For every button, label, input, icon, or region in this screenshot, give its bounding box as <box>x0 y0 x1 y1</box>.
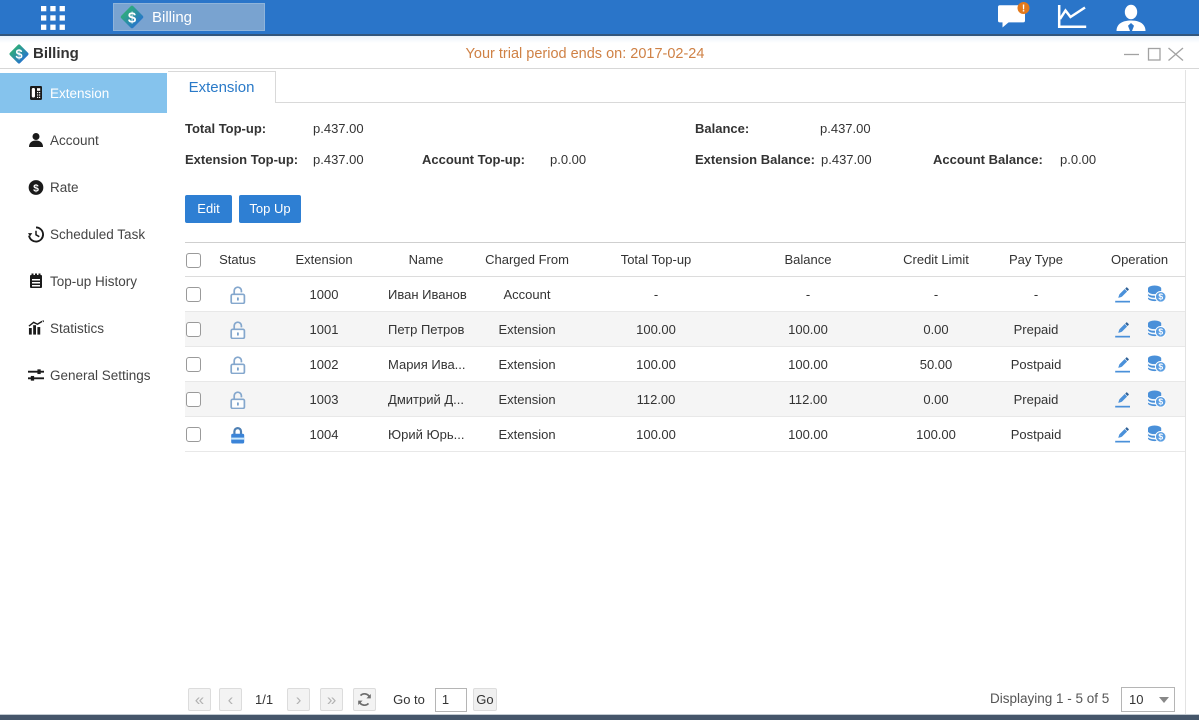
svg-text:!: ! <box>1022 4 1025 15</box>
svg-text:$: $ <box>33 183 39 194</box>
svg-text:$: $ <box>128 10 137 27</box>
